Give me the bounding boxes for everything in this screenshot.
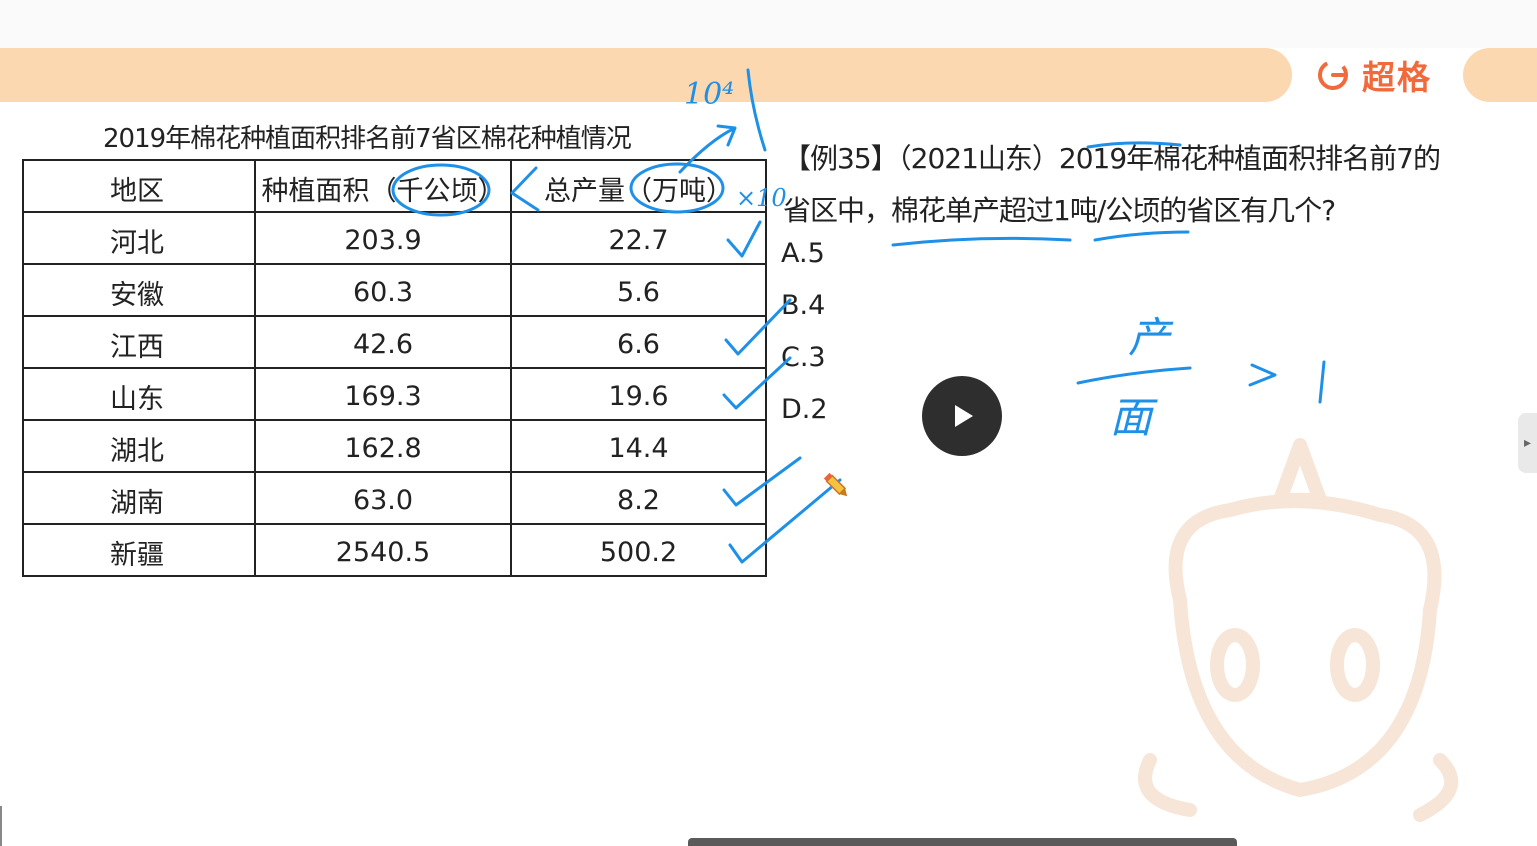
note-area: 面: [1110, 393, 1158, 442]
check-mark: [726, 220, 762, 258]
play-icon: [955, 405, 973, 427]
number-one: [1318, 360, 1326, 404]
handwriting-layer: 10⁴ ×10 产 面: [391, 68, 1326, 564]
play-button[interactable]: [922, 376, 1002, 456]
chevron-right-icon: ▸: [1523, 435, 1532, 451]
underline: [1086, 141, 1182, 149]
ink-stroke: [746, 68, 767, 152]
note-ten-thousand: 10⁴: [684, 77, 734, 112]
underline: [891, 236, 1072, 247]
note-times-ten: ×10: [736, 184, 787, 212]
side-panel-toggle[interactable]: ▸: [1518, 413, 1537, 473]
note-production: 产: [1128, 313, 1174, 362]
arrow-mark: [678, 124, 737, 174]
fraction-bar: [1076, 366, 1192, 385]
less-than-mark: [510, 166, 540, 212]
video-progress-bar[interactable]: [688, 838, 1237, 846]
check-mark: [724, 298, 792, 356]
check-mark: [728, 478, 842, 564]
pencil-cursor-icon: [823, 472, 848, 497]
left-edge-marker: [0, 806, 2, 846]
check-mark: [722, 356, 792, 410]
circle-unit-output: [629, 162, 725, 214]
circle-unit-area: [391, 163, 491, 217]
underline: [1093, 230, 1190, 242]
greater-than-sign: [1248, 363, 1277, 387]
check-mark: [722, 456, 802, 507]
